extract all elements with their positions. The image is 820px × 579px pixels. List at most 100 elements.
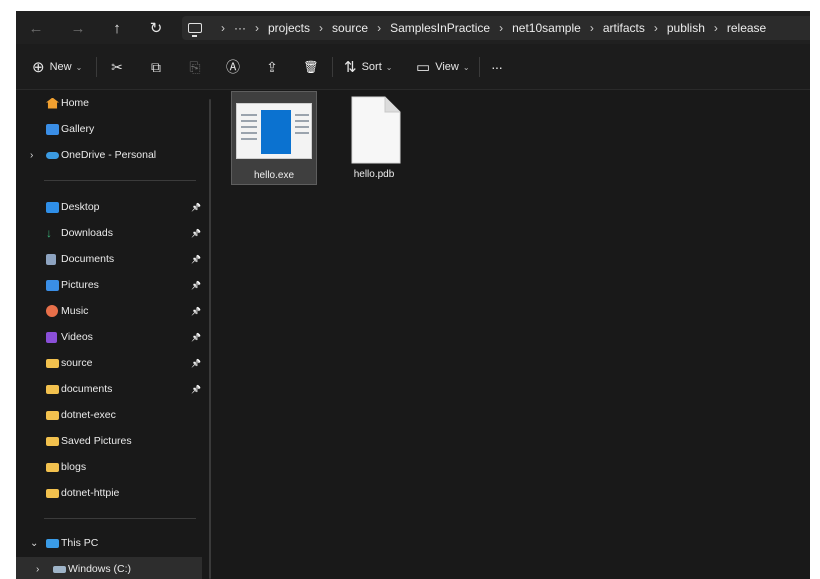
chevron-down-icon: ⌄ — [75, 62, 83, 72]
sort-button[interactable]: ⇅ Sort ⌄ — [344, 55, 392, 79]
file-name: hello.pdb — [353, 169, 395, 180]
new-label: New — [49, 61, 72, 73]
sidebar-item-dotnet-exec[interactable]: dotnet-exec — [16, 403, 206, 427]
folder-icon — [46, 358, 59, 368]
rename-button[interactable]: Ⓐ — [222, 56, 244, 78]
cloud-icon — [46, 152, 59, 159]
sidebar-item-gallery[interactable]: Gallery — [16, 117, 206, 141]
refresh-icon: ↻ — [149, 20, 163, 37]
cut-button[interactable]: ✂ — [106, 56, 128, 78]
more-icon: ··· — [491, 59, 503, 75]
breadcrumb-overflow[interactable]: ··· — [234, 21, 246, 35]
paste-icon: ⎘ — [189, 58, 201, 75]
back-button[interactable]: ← — [24, 17, 48, 39]
sidebar-divider — [44, 518, 196, 519]
breadcrumb-item-publish[interactable]: publish — [667, 21, 705, 35]
pin-icon[interactable]: 📌 — [191, 281, 201, 290]
file-explorer-window: ← → ↑ ↻ › ··· › projects › source › Samp… — [16, 11, 810, 579]
address-row: ← → ↑ ↻ › ··· › projects › source › Samp… — [16, 11, 810, 44]
sidebar-item-desktop[interactable]: Desktop 📌 — [16, 195, 206, 219]
sidebar-item-onedrive[interactable]: › OneDrive - Personal — [16, 143, 206, 167]
new-button[interactable]: ⊕ New ⌄ — [32, 55, 82, 79]
sidebar-item-pictures[interactable]: Pictures 📌 — [16, 273, 206, 297]
file-list: hello.exe hello.pdb — [216, 91, 810, 579]
sidebar-item-source[interactable]: source 📌 — [16, 351, 206, 375]
download-icon: ↓ — [46, 225, 52, 240]
chevron-right-icon: › — [377, 21, 382, 35]
sidebar-item-saved-pictures[interactable]: Saved Pictures — [16, 429, 206, 453]
pin-icon[interactable]: 📌 — [191, 385, 201, 394]
breadcrumb-item-release[interactable]: release — [727, 21, 766, 35]
sidebar-divider — [44, 180, 196, 181]
arrow-right-icon: → — [70, 19, 86, 37]
sidebar-scrollbar[interactable] — [209, 99, 211, 579]
breadcrumb[interactable]: › ··· › projects › source › SamplesInPra… — [182, 16, 810, 40]
paste-button[interactable]: ⎘ — [184, 56, 206, 78]
up-button[interactable]: ↑ — [105, 17, 129, 39]
share-button[interactable]: ⇪ — [261, 56, 283, 78]
chevron-right-icon[interactable]: › — [30, 150, 33, 161]
sidebar-item-blogs[interactable]: blogs — [16, 455, 206, 479]
file-item-hello-exe[interactable]: hello.exe — [231, 91, 317, 185]
sort-label: Sort — [361, 61, 382, 73]
file-item-hello-pdb[interactable]: hello.pdb — [331, 91, 417, 185]
arrow-left-icon: ← — [28, 19, 44, 37]
copy-button[interactable]: ⧉ — [145, 56, 167, 78]
folder-icon — [46, 384, 59, 394]
delete-button[interactable]: 🗑 — [300, 56, 322, 78]
sidebar-item-windows-c[interactable]: › Windows (C:) — [16, 557, 202, 579]
file-name: hello.exe — [253, 170, 295, 181]
chevron-down-icon: ⌄ — [385, 62, 393, 72]
plus-circle-icon: ⊕ — [32, 59, 45, 76]
documents-icon — [46, 253, 56, 265]
chevron-down-icon[interactable]: ⌄ — [30, 538, 38, 549]
command-bar: ⊕ New ⌄ ✂ ⧉ ⎘ Ⓐ ⇪ 🗑 ⇅ Sort ⌄ ▭ View ⌄ ··… — [16, 44, 810, 90]
home-icon — [46, 97, 59, 109]
sidebar-item-documents[interactable]: Documents 📌 — [16, 247, 206, 271]
breadcrumb-item-projects[interactable]: projects — [268, 21, 310, 35]
share-icon: ⇪ — [266, 58, 278, 75]
breadcrumb-item-artifacts[interactable]: artifacts — [603, 21, 645, 35]
breadcrumb-item-source[interactable]: source — [332, 21, 368, 35]
sort-icon: ⇅ — [344, 59, 357, 76]
breadcrumb-item-net10sample[interactable]: net10sample — [512, 21, 581, 35]
pin-icon[interactable]: 📌 — [191, 229, 201, 238]
arrow-up-icon: ↑ — [113, 19, 121, 37]
sidebar-item-videos[interactable]: Videos 📌 — [16, 325, 206, 349]
folder-icon — [46, 410, 59, 420]
more-options-button[interactable]: ··· — [491, 55, 503, 79]
executable-icon — [236, 103, 312, 159]
drive-icon — [53, 566, 66, 573]
forward-button[interactable]: → — [66, 17, 90, 39]
pin-icon[interactable]: 📌 — [191, 255, 201, 264]
pin-icon[interactable]: 📌 — [191, 307, 201, 316]
sidebar-item-downloads[interactable]: ↓ Downloads 📌 — [16, 221, 206, 245]
pin-icon[interactable]: 📌 — [191, 359, 201, 368]
chevron-right-icon: › — [713, 21, 718, 35]
computer-icon — [46, 538, 59, 548]
view-icon: ▭ — [416, 59, 431, 76]
sidebar-item-documents-folder[interactable]: documents 📌 — [16, 377, 206, 401]
sidebar-item-home[interactable]: Home — [16, 91, 206, 115]
folder-icon — [46, 462, 59, 472]
toolbar-divider — [332, 57, 333, 77]
desktop-icon — [46, 201, 59, 213]
folder-icon — [46, 436, 59, 446]
chevron-right-icon: › — [653, 21, 658, 35]
computer-icon — [188, 23, 202, 37]
chevron-right-icon: › — [255, 21, 259, 35]
refresh-button[interactable]: ↻ — [144, 17, 168, 39]
breadcrumb-item-samplesinpractice[interactable]: SamplesInPractice — [390, 21, 490, 35]
pin-icon[interactable]: 📌 — [191, 203, 201, 212]
rename-icon: Ⓐ — [226, 59, 240, 75]
file-icon — [351, 96, 401, 164]
chevron-right-icon: › — [319, 21, 324, 35]
chevron-right-icon: › — [589, 21, 594, 35]
sidebar-item-dotnet-httpie[interactable]: dotnet-httpie — [16, 481, 206, 505]
navigation-pane: Home Gallery › OneDrive - Personal Deskt… — [16, 91, 206, 579]
view-button[interactable]: ▭ View ⌄ — [416, 55, 470, 79]
pin-icon[interactable]: 📌 — [191, 333, 201, 342]
sidebar-item-this-pc[interactable]: ⌄ This PC — [16, 531, 206, 555]
sidebar-item-music[interactable]: Music 📌 — [16, 299, 206, 323]
chevron-right-icon[interactable]: › — [36, 564, 39, 575]
